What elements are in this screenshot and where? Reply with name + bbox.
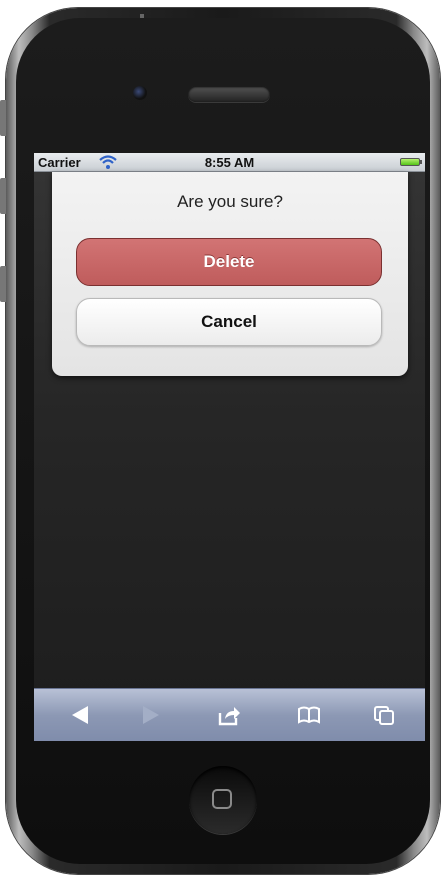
delete-button[interactable]: Delete <box>76 238 382 286</box>
back-icon <box>72 706 88 724</box>
home-square-icon <box>212 789 232 809</box>
share-button[interactable] <box>199 689 259 741</box>
tabs-icon <box>374 706 394 725</box>
share-icon <box>218 707 240 726</box>
confirm-dialog: Are you sure? Delete Cancel <box>52 172 408 376</box>
volume-down-button <box>0 266 6 302</box>
cancel-button[interactable]: Cancel <box>76 298 382 346</box>
front-camera <box>133 86 147 100</box>
back-button[interactable] <box>51 689 111 741</box>
mute-switch <box>0 100 6 136</box>
status-bar: Carrier 8:55 AM <box>34 153 425 172</box>
bookmarks-icon <box>298 706 320 724</box>
clock: 8:55 AM <box>204 155 255 170</box>
forward-button[interactable] <box>120 689 180 741</box>
earpiece-speaker <box>188 86 270 102</box>
dialog-title: Are you sure? <box>177 192 283 211</box>
battery-icon <box>400 158 422 166</box>
browser-toolbar <box>34 688 425 741</box>
bookmarks-button[interactable] <box>279 689 339 741</box>
home-button[interactable] <box>189 766 257 834</box>
volume-up-button <box>0 178 6 214</box>
forward-icon <box>143 706 159 724</box>
tabs-button[interactable] <box>354 689 414 741</box>
screen: Carrier 8:55 AM Are you sure? Delete Can… <box>34 153 425 741</box>
